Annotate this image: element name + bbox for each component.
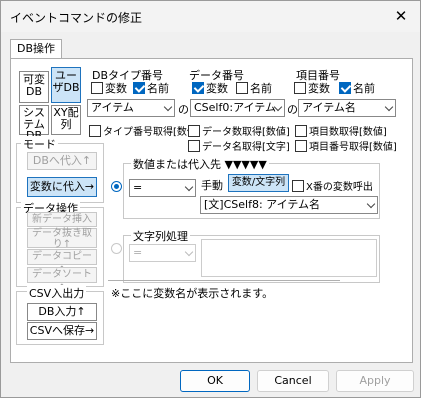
item-number-name-box[interactable]	[339, 82, 351, 94]
item-number-variable-box[interactable]	[294, 82, 306, 94]
note-divider	[108, 280, 340, 281]
data-number-name-box[interactable]	[236, 82, 248, 94]
db-type-get-text: タイプ番号取得[数値]	[103, 127, 201, 138]
db-type-get-checkbox[interactable]: タイプ番号取得[数値]	[89, 123, 201, 138]
variable-db-button[interactable]: 可変DB	[19, 71, 49, 103]
item-number-variable-checkbox[interactable]: 変数	[294, 80, 330, 96]
system-db-button[interactable]: システムDB	[19, 105, 49, 141]
source-select[interactable]: [文]CSelf8: アイテム名	[200, 196, 378, 214]
insert-data-button[interactable]: 新データ挿入	[27, 212, 97, 227]
chevron-down-icon	[163, 102, 173, 112]
user-db-button[interactable]: ユーザDB	[51, 67, 81, 103]
item-number-select-value: アイテム名	[302, 101, 356, 114]
mode-label: モード	[21, 136, 58, 152]
x-var-call-text: X番の変数呼出	[306, 182, 373, 193]
csv-input-button[interactable]: DB入力↑	[27, 303, 97, 321]
item-number-select[interactable]: アイテム名	[298, 99, 396, 117]
csv-save-button[interactable]: CSVへ保存→	[27, 322, 97, 340]
target-radio[interactable]	[111, 181, 122, 192]
db-operation-panel: 可変DB ユーザDB システムDB XY配列 モード DBへ代入↑ 変数に代入→…	[10, 58, 413, 363]
chevron-down-icon	[184, 247, 194, 257]
db-type-of-label: の	[178, 103, 189, 116]
variable-name-note: ※ここに変数名が表示されます。	[111, 287, 274, 300]
window-title: イベントコマンドの修正	[10, 11, 143, 25]
db-type-select[interactable]: アイテム	[87, 99, 175, 117]
extract-data-button[interactable]: データ抜き取り↑	[27, 228, 97, 249]
data-count-box[interactable]	[188, 124, 200, 137]
db-type-get-box[interactable]	[89, 124, 101, 137]
data-count-text: データ数取得[数値]	[202, 127, 290, 138]
data-number-name-text: 名前	[250, 82, 272, 95]
target-operator-select[interactable]: =	[129, 179, 196, 197]
data-number-select-value: CSelf0:アイテム	[194, 101, 276, 114]
db-type-name-text: 名前	[147, 82, 169, 95]
data-number-variable-text: 変数	[206, 82, 228, 95]
assign-to-variable-button[interactable]: 変数に代入→	[27, 177, 97, 197]
manual-label: 手動	[201, 179, 223, 192]
csv-label: CSV入出力	[27, 285, 87, 301]
dialog-window: イベントコマンドの修正 ✕ DB操作 可変DB ユーザDB システムDB XY配…	[0, 0, 421, 398]
data-count-checkbox[interactable]: データ数取得[数値]	[188, 123, 290, 138]
item-number-get-checkbox[interactable]: 項目番号取得[数値]	[295, 138, 397, 153]
ok-button[interactable]: OK	[180, 370, 250, 392]
db-type-variable-checkbox[interactable]: 変数	[91, 80, 127, 96]
copy-data-button[interactable]: データコピー↑	[27, 249, 97, 276]
db-type-variable-box[interactable]	[91, 82, 103, 94]
data-name-get-text: データ名取得[文字]	[202, 142, 290, 153]
data-number-variable-checkbox[interactable]: 変数	[192, 80, 228, 96]
data-number-name-checkbox[interactable]: 名前	[236, 80, 272, 96]
string-operator-select[interactable]: =	[129, 244, 196, 262]
db-type-select-value: アイテム	[91, 101, 134, 114]
target-label: 数値または代入先 ▼▼▼▼▼	[131, 156, 269, 172]
item-number-name-checkbox[interactable]: 名前	[339, 80, 375, 96]
db-type-name-checkbox[interactable]: 名前	[133, 80, 169, 96]
item-count-checkbox[interactable]: 項目数取得[数値]	[295, 123, 387, 138]
target-operator-value: =	[133, 181, 143, 194]
xy-array-button[interactable]: XY配列	[51, 105, 81, 135]
item-number-get-box[interactable]	[295, 139, 307, 152]
data-number-of-label: の	[287, 103, 298, 116]
string-processing-field[interactable]	[201, 239, 377, 277]
string-processing-label: 文字列処理	[131, 228, 190, 244]
string-operator-value: =	[133, 246, 143, 259]
assign-to-db-button[interactable]: DBへ代入↑	[27, 152, 97, 170]
chevron-down-icon	[384, 102, 394, 112]
db-type-name-box[interactable]	[133, 82, 145, 94]
variable-string-button[interactable]: 変数/文字列	[228, 174, 289, 192]
item-count-box[interactable]	[295, 124, 307, 137]
sort-data-button[interactable]: データソート↑	[27, 267, 97, 294]
item-number-get-text: 項目番号取得[数値]	[309, 142, 397, 153]
chevron-down-icon	[184, 182, 194, 192]
x-var-call-box[interactable]	[292, 179, 304, 192]
item-number-variable-text: 変数	[308, 82, 330, 95]
data-number-select[interactable]: CSelf0:アイテム	[190, 99, 285, 117]
data-name-get-box[interactable]	[188, 139, 200, 152]
cancel-button[interactable]: Cancel	[257, 370, 329, 392]
title-bar: イベントコマンドの修正 ✕	[1, 1, 420, 32]
x-var-call-checkbox[interactable]: X番の変数呼出	[292, 178, 373, 193]
item-count-text: 項目数取得[数値]	[309, 127, 387, 138]
data-name-get-checkbox[interactable]: データ名取得[文字]	[188, 138, 290, 153]
chevron-down-icon	[366, 199, 376, 209]
db-type-variable-text: 変数	[105, 82, 127, 95]
data-number-variable-box[interactable]	[192, 82, 204, 94]
close-icon[interactable]: ✕	[392, 7, 410, 25]
item-number-name-text: 名前	[353, 82, 375, 95]
string-processing-radio[interactable]	[111, 243, 122, 254]
source-select-value: [文]CSelf8: アイテム名	[204, 198, 321, 211]
tab-db-operation[interactable]: DB操作	[10, 39, 62, 59]
apply-button[interactable]: Apply	[336, 370, 414, 392]
